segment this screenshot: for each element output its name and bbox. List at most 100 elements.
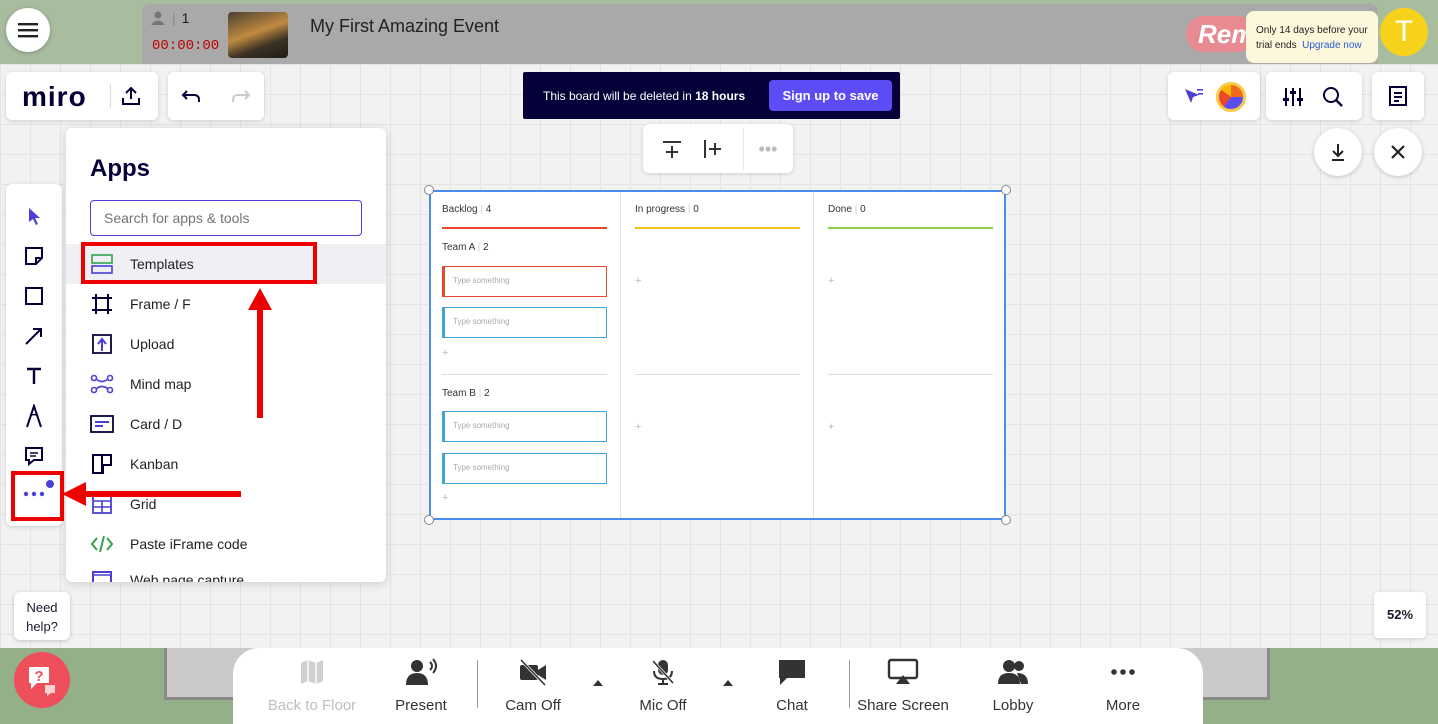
more-options-button[interactable]: ••• bbox=[754, 136, 782, 162]
divider bbox=[743, 128, 744, 170]
column-count: 0 bbox=[860, 204, 866, 215]
user-avatar[interactable]: T bbox=[1380, 8, 1428, 56]
add-card-button[interactable]: + bbox=[635, 421, 641, 433]
cursor-arrow-icon bbox=[1185, 89, 1203, 103]
help-text-line1: Need bbox=[26, 600, 58, 615]
column-count: 4 bbox=[485, 204, 492, 215]
trial-text-line1: Only 14 days before your bbox=[1256, 25, 1368, 36]
sticky-note-tool[interactable] bbox=[6, 238, 62, 274]
comment-icon bbox=[25, 447, 43, 466]
add-card-button[interactable]: + bbox=[442, 492, 448, 504]
kanban-card[interactable]: Type something bbox=[442, 307, 607, 338]
column-divider bbox=[813, 192, 814, 518]
add-card-button[interactable]: + bbox=[635, 275, 641, 287]
present-icon bbox=[406, 658, 437, 685]
notes-button[interactable] bbox=[1372, 72, 1424, 120]
export-button[interactable] bbox=[116, 80, 146, 112]
add-card-button[interactable]: + bbox=[828, 275, 834, 287]
pointer-icon bbox=[29, 208, 40, 225]
add-card-button[interactable]: + bbox=[828, 421, 834, 433]
connection-line-tool[interactable] bbox=[6, 318, 62, 354]
comment-tool[interactable] bbox=[6, 438, 62, 474]
resize-handle[interactable] bbox=[1001, 515, 1011, 525]
shape-tool[interactable] bbox=[6, 278, 62, 314]
redo-button[interactable] bbox=[226, 82, 256, 110]
collaborator-avatar[interactable] bbox=[1216, 82, 1246, 112]
apps-panel-title: Apps bbox=[90, 155, 150, 182]
share-screen-button[interactable]: Share Screen bbox=[856, 658, 950, 714]
apps-search-input[interactable] bbox=[90, 200, 362, 236]
upgrade-link[interactable]: Upgrade now bbox=[1302, 40, 1361, 51]
annotation-highlight-templates bbox=[81, 242, 317, 284]
present-button[interactable]: Present bbox=[388, 658, 454, 714]
search-icon bbox=[1323, 87, 1343, 107]
search-button[interactable] bbox=[1320, 84, 1346, 110]
swimlane-name: Team A bbox=[442, 242, 475, 253]
button-label: Cam Off bbox=[505, 697, 561, 714]
swimlane-team-a: Team A | 2 bbox=[442, 242, 489, 253]
app-item-web-capture[interactable]: Web page capture bbox=[66, 564, 386, 582]
close-button[interactable] bbox=[1374, 128, 1422, 176]
annotation-highlight-more-tools bbox=[11, 471, 64, 521]
app-item-paste-iframe[interactable]: Paste iFrame code bbox=[66, 524, 386, 564]
select-tool[interactable] bbox=[6, 198, 62, 234]
divider bbox=[477, 660, 478, 708]
arrow-line-icon bbox=[25, 328, 42, 345]
column-count: 0 bbox=[693, 204, 699, 215]
share-screen-icon bbox=[887, 658, 919, 684]
kanban-card[interactable]: Type something bbox=[442, 411, 607, 442]
lobby-button[interactable]: Lobby bbox=[980, 658, 1046, 714]
trial-text-line2: trial ends bbox=[1256, 40, 1297, 51]
help-button[interactable]: ? bbox=[14, 652, 70, 708]
mic-off-button[interactable]: Mic Off bbox=[630, 658, 696, 714]
zoom-level-button[interactable]: 52% bbox=[1374, 592, 1426, 638]
column-header-backlog: Backlog | 4 bbox=[442, 204, 492, 215]
column-name: In progress bbox=[635, 204, 686, 215]
cursor-toggle-button[interactable] bbox=[1180, 84, 1206, 110]
text-tool[interactable] bbox=[6, 358, 62, 394]
board-settings-button[interactable] bbox=[1280, 84, 1306, 110]
hamburger-menu-button[interactable] bbox=[6, 8, 50, 52]
close-icon bbox=[1391, 145, 1405, 159]
add-row-button[interactable] bbox=[658, 136, 686, 162]
resize-handle[interactable] bbox=[1001, 185, 1011, 195]
help-chat-icon: ? bbox=[29, 667, 55, 696]
people-icon bbox=[998, 660, 1028, 684]
mic-options-chevron-up-icon[interactable] bbox=[723, 680, 733, 686]
button-label: Lobby bbox=[992, 697, 1034, 714]
redo-icon bbox=[232, 90, 251, 102]
resize-handle[interactable] bbox=[424, 515, 434, 525]
add-column-button[interactable] bbox=[698, 136, 726, 162]
event-title: My First Amazing Event bbox=[310, 16, 500, 36]
meeting-controls-bar bbox=[233, 648, 1203, 724]
undo-button[interactable] bbox=[176, 82, 206, 110]
back-to-floor-button[interactable]: Back to Floor bbox=[262, 658, 362, 714]
more-button[interactable]: More bbox=[1090, 658, 1156, 714]
kanban-card[interactable]: Type something bbox=[442, 453, 607, 484]
cam-options-chevron-up-icon[interactable] bbox=[593, 680, 603, 686]
column-color-bar bbox=[635, 227, 800, 229]
annotation-arrows bbox=[62, 288, 272, 506]
download-icon bbox=[1332, 144, 1344, 161]
dots-icon: ••• bbox=[758, 138, 778, 159]
participant-count: 1 bbox=[181, 10, 190, 26]
button-label: More bbox=[1105, 697, 1141, 714]
participant-counter: | 1 bbox=[150, 10, 216, 26]
chat-icon bbox=[779, 660, 805, 685]
upload-share-icon bbox=[122, 86, 140, 105]
column-header-in-progress: In progress | 0 bbox=[635, 204, 699, 215]
pen-tool[interactable] bbox=[6, 398, 62, 434]
resize-handle[interactable] bbox=[424, 185, 434, 195]
event-timer: 00:00:00 bbox=[152, 38, 220, 54]
chat-button[interactable]: Chat bbox=[760, 658, 824, 714]
add-card-button[interactable]: + bbox=[442, 347, 448, 359]
cam-off-button[interactable]: Cam Off bbox=[500, 658, 566, 714]
kanban-card[interactable]: Type something bbox=[442, 266, 607, 297]
rectangle-icon bbox=[25, 287, 43, 305]
download-button[interactable] bbox=[1314, 128, 1362, 176]
sign-up-button[interactable]: Sign up to save bbox=[769, 80, 892, 111]
text-icon bbox=[27, 367, 41, 384]
banner-prefix: This board will be deleted in bbox=[543, 89, 692, 103]
column-name: Backlog bbox=[442, 204, 478, 215]
sliders-icon bbox=[1283, 88, 1303, 106]
